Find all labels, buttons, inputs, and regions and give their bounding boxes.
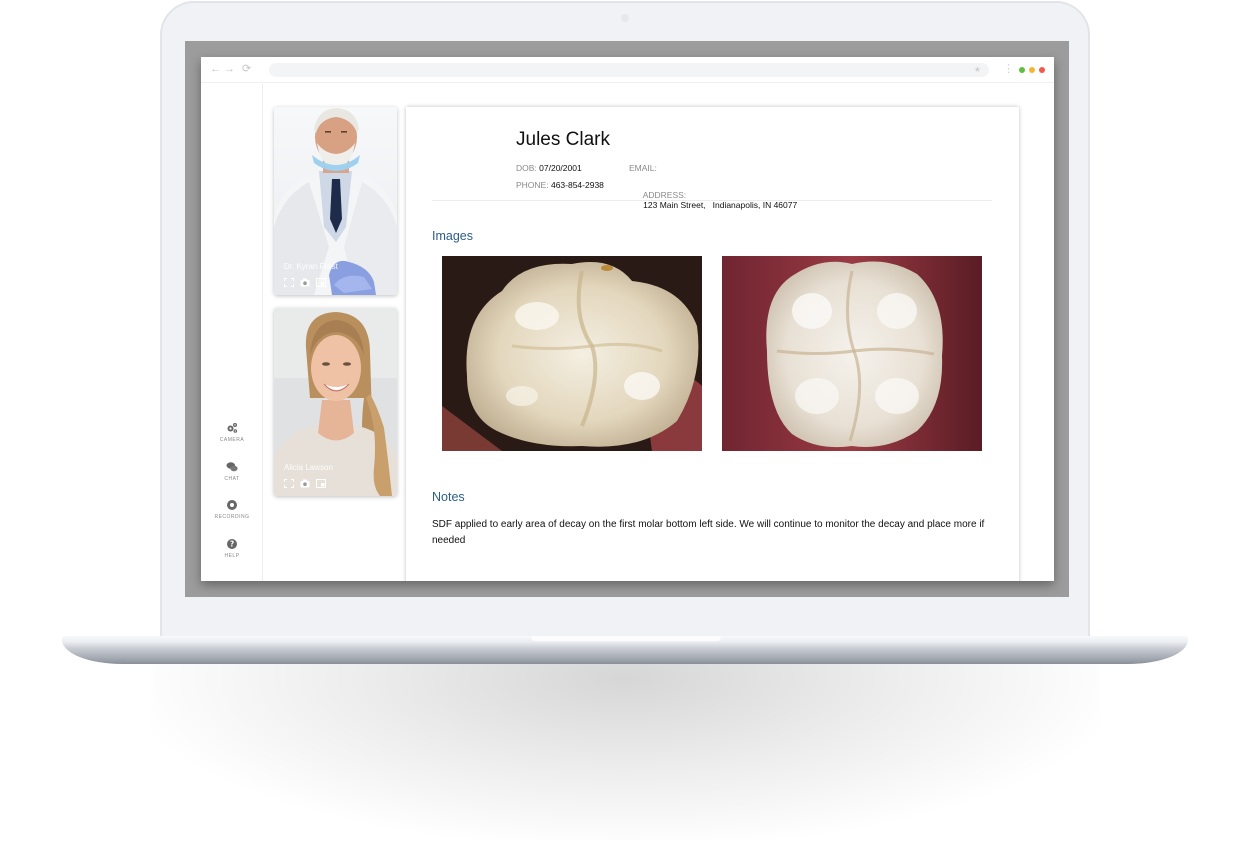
camera-icon[interactable]: [300, 479, 310, 488]
laptop-base-notch: [531, 636, 721, 641]
laptop-shadow: [150, 660, 1100, 840]
patient-record-card: Jules Clark DOB: 07/20/2001 EMAIL: PHONE…: [406, 107, 1019, 581]
email-label: EMAIL:: [629, 163, 657, 173]
video-tile-patient[interactable]: Alicia Lawson: [274, 308, 397, 496]
svg-text:?: ?: [230, 540, 234, 549]
gears-icon: [227, 423, 238, 433]
address-bar[interactable]: ★: [269, 63, 989, 77]
window-dot-green[interactable]: [1019, 67, 1025, 73]
dob-label: DOB:: [516, 163, 537, 173]
rail-item-recording[interactable]: RECORDING: [201, 499, 263, 520]
email-field: EMAIL:: [629, 163, 657, 173]
rail-item-help[interactable]: ? HELP: [201, 538, 263, 559]
participants-panel: Dr. Kyran Frost Alicia Lawson: [264, 84, 406, 581]
tile-controls: [284, 479, 326, 488]
chat-bubbles-icon: [226, 462, 238, 472]
webcam-icon: [621, 14, 629, 22]
address-value: 123 Main Street, Indianapolis, IN 46077: [643, 200, 798, 210]
notes-text: SDF applied to early area of decay on th…: [432, 519, 985, 546]
bookmark-star-icon[interactable]: ★: [974, 64, 981, 76]
phone-label: PHONE:: [516, 180, 549, 190]
picture-in-picture-icon[interactable]: [316, 479, 326, 488]
side-rail: CAMERA CHAT RECORDING ? HELP: [201, 84, 263, 581]
rail-label-help: HELP: [224, 553, 240, 559]
images-heading: Images: [432, 229, 473, 243]
picture-in-picture-icon[interactable]: [316, 278, 326, 287]
rail-label-camera: CAMERA: [219, 437, 245, 443]
window-dot-yellow[interactable]: [1029, 67, 1035, 73]
notes-heading: Notes: [432, 490, 465, 504]
dental-image-1[interactable]: [442, 256, 702, 451]
camera-icon[interactable]: [300, 278, 310, 287]
back-icon[interactable]: ←: [210, 62, 221, 76]
fullscreen-icon[interactable]: [284, 479, 294, 488]
forward-icon[interactable]: →: [224, 62, 235, 76]
dental-image-2-graphic: [722, 256, 982, 451]
browser-window: ← → ⟳ ★ ⋮ CAMERA CHAT RECORDING ? HELP D…: [201, 57, 1054, 581]
address-label: ADDRESS:: [642, 190, 687, 200]
help-icon: ?: [227, 539, 237, 549]
rail-item-camera[interactable]: CAMERA: [201, 422, 263, 443]
tile-controls: [284, 278, 326, 287]
dental-image-2[interactable]: [722, 256, 982, 451]
phone-value: 463-854-2938: [550, 180, 604, 190]
window-dot-red[interactable]: [1039, 67, 1045, 73]
participant-name: Dr. Kyran Frost: [284, 262, 338, 271]
dob-field: DOB: 07/20/2001: [516, 163, 582, 173]
browser-toolbar: ← → ⟳ ★ ⋮: [201, 57, 1054, 83]
video-tile-doctor[interactable]: Dr. Kyran Frost: [274, 107, 397, 295]
phone-field: PHONE: 463-854-2938: [516, 180, 604, 190]
rail-label-chat: CHAT: [224, 476, 240, 482]
browser-menu-icon[interactable]: ⋮: [1003, 62, 1014, 76]
reload-icon[interactable]: ⟳: [242, 62, 251, 76]
header-divider: [432, 200, 992, 201]
fullscreen-icon[interactable]: [284, 278, 294, 287]
dob-value: 07/20/2001: [539, 163, 582, 173]
rail-label-recording: RECORDING: [214, 514, 250, 520]
rail-item-chat[interactable]: CHAT: [201, 461, 263, 482]
patient-name: Jules Clark: [516, 129, 610, 150]
participant-name: Alicia Lawson: [284, 463, 333, 472]
record-icon: [227, 500, 237, 510]
dental-image-1-graphic: [442, 256, 702, 451]
